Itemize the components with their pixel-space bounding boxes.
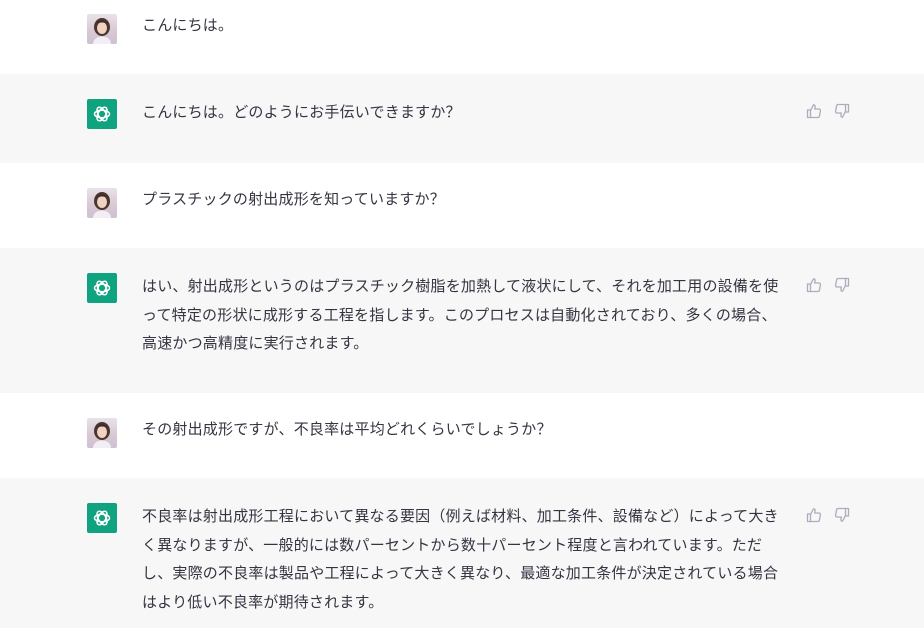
message-text: こんにちは。 <box>142 16 234 34</box>
message-text: プラスチックの射出成形を知っていますか？ <box>142 190 445 208</box>
feedback-buttons <box>806 103 850 119</box>
thumbs-up-icon[interactable] <box>806 103 822 119</box>
message-assistant: 不良率は射出成形工程において異なる要因（例えば材料、加工条件、設備など）によって… <box>0 478 924 628</box>
user-avatar <box>87 188 117 218</box>
feedback-buttons <box>806 277 850 293</box>
openai-logo-icon <box>87 503 117 533</box>
message-text: こんにちは。どのようにお手伝いできますか？ <box>142 103 461 121</box>
message-assistant: はい、射出成形というのはプラスチック樹脂を加熱して液状にして、それを加工用の設備… <box>0 248 924 394</box>
user-avatar <box>87 14 117 44</box>
chat-thread: こんにちは。 こんにちは。どのようにお手伝いできますか？ プラスチックの射出成形… <box>0 0 924 628</box>
message-user: その射出成形ですが、不良率は平均どれくらいでしょうか？ <box>0 393 924 479</box>
thumbs-down-icon[interactable] <box>834 507 850 523</box>
thumbs-up-icon[interactable] <box>806 277 822 293</box>
user-avatar <box>87 418 117 448</box>
message-user: こんにちは。 <box>0 0 924 75</box>
openai-logo-icon <box>87 99 117 129</box>
openai-logo-icon <box>87 273 117 303</box>
message-text: その射出成形ですが、不良率は平均どれくらいでしょうか？ <box>142 420 552 438</box>
thumbs-up-icon[interactable] <box>806 507 822 523</box>
feedback-buttons <box>806 507 850 523</box>
thumbs-down-icon[interactable] <box>834 103 850 119</box>
thumbs-down-icon[interactable] <box>834 277 850 293</box>
message-user: プラスチックの射出成形を知っていますか？ <box>0 163 924 249</box>
message-assistant: こんにちは。どのようにお手伝いできますか？ <box>0 74 924 164</box>
message-text: 不良率は射出成形工程において異なる要因（例えば材料、加工条件、設備など）によって… <box>142 507 779 611</box>
message-text: はい、射出成形というのはプラスチック樹脂を加熱して液状にして、それを加工用の設備… <box>142 277 779 352</box>
